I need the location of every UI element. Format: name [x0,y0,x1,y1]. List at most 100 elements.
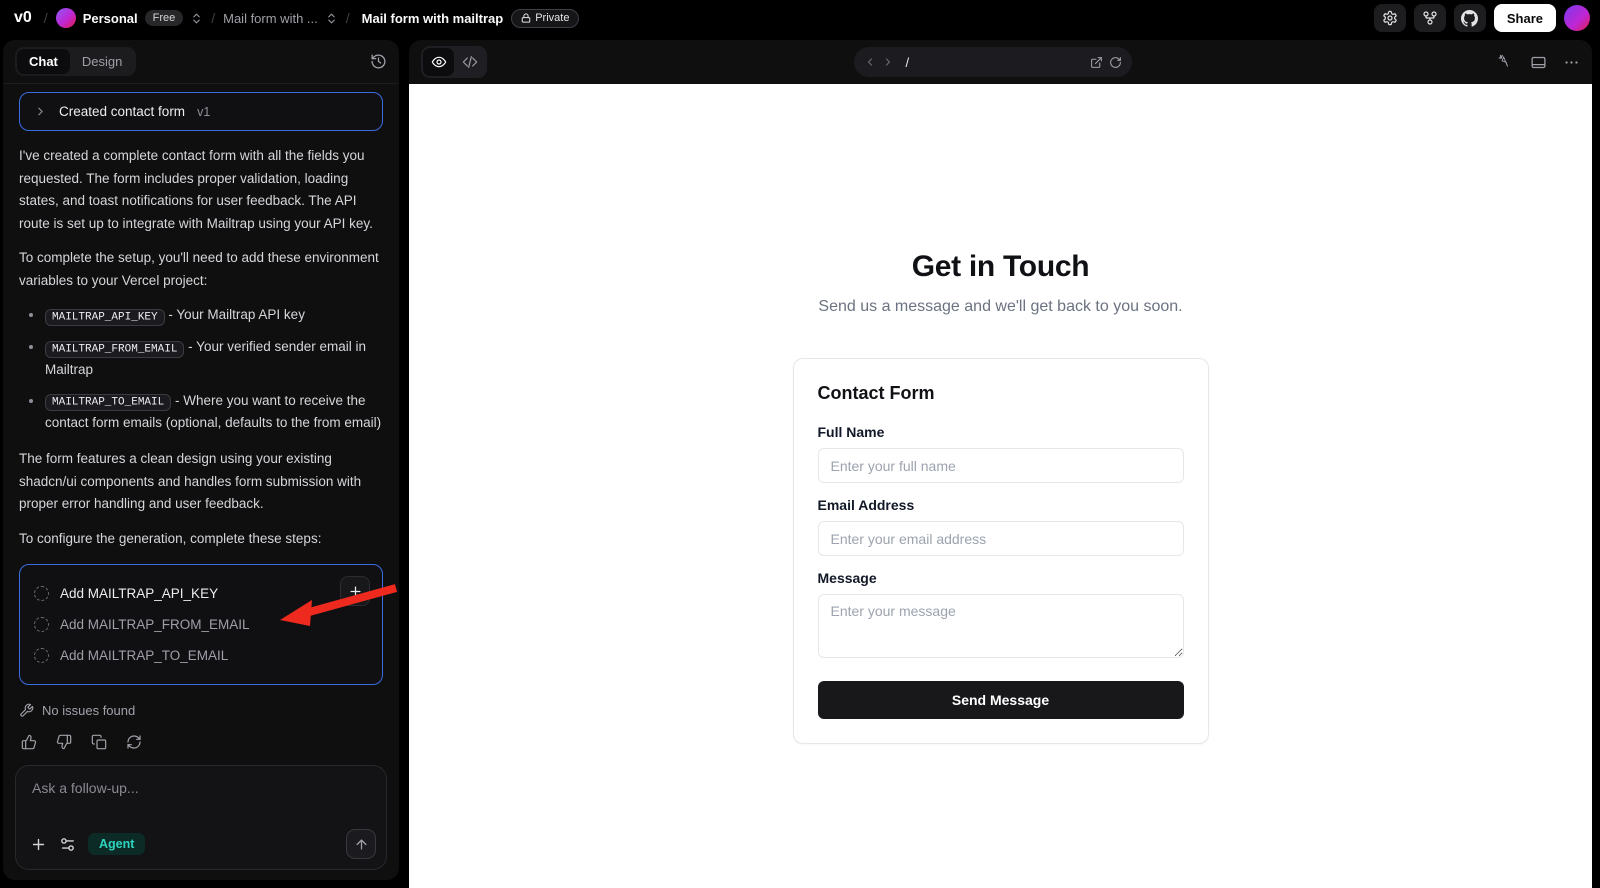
email-label: Email Address [817,497,915,513]
fork-button[interactable] [1413,4,1446,32]
form-title: Contact Form [817,383,935,403]
inspect-pointer-icon[interactable] [1498,54,1514,70]
v0-logo[interactable]: v0 [10,9,36,27]
preview-mode-button[interactable] [423,48,454,76]
browser-frame-icon[interactable] [1530,54,1547,71]
message-paragraph: To complete the setup, you'll need to ad… [19,250,379,288]
breadcrumb-separator: / [211,10,216,26]
feedback-toolbar [21,734,383,750]
preview-url-bar[interactable]: / [853,47,1132,77]
add-env-var-button[interactable] [340,576,370,607]
composer-toolbar: Agent [16,823,386,869]
thumbs-up-icon[interactable] [21,734,37,750]
version-card[interactable]: Created contact form v1 [19,92,383,131]
email-input[interactable] [817,521,1184,556]
rendered-page: Get in Touch Send us a message and we'll… [409,84,1592,888]
back-icon[interactable] [864,56,876,68]
view-mode-toggle [421,46,487,78]
env-var-list: MAILTRAP_API_KEY - Your Mailtrap API key… [25,304,383,434]
task-row[interactable]: Add MAILTRAP_TO_EMAIL [34,640,368,671]
more-options-icon[interactable] [1563,54,1580,71]
chat-messages: Created contact form v1 I've created a c… [3,84,399,755]
top-bar: v0 / Personal Free / Mail form with ... … [0,0,1600,36]
privacy-badge[interactable]: Private [511,8,580,28]
issues-status: No issues found [19,703,383,718]
plus-icon [348,584,363,599]
git-fork-icon [1422,10,1438,26]
pending-circle-icon [34,586,49,602]
page-heading: Get in Touch [911,250,1090,283]
topbar-actions: Share [1373,4,1590,32]
message-label: Message [817,570,877,586]
version-card-title: Created contact form [59,104,186,119]
sliders-icon[interactable] [59,836,76,853]
thumbs-down-icon[interactable] [56,734,72,750]
code-chip: MAILTRAP_TO_EMAIL [45,394,172,412]
env-var-item: MAILTRAP_FROM_EMAIL - Your verified send… [25,336,383,381]
pending-circle-icon [34,648,49,664]
pending-circle-icon [34,617,49,633]
setup-tasks-card: Add MAILTRAP_API_KEY Add MAILTRAP_FROM_E… [19,564,383,686]
page-subheading: Send us a message and we'll get back to … [818,298,1183,315]
task-label: Add MAILTRAP_FROM_EMAIL [60,617,250,633]
breadcrumb-separator: / [43,10,48,26]
attach-plus-icon[interactable] [30,836,47,853]
chevrons-up-down-icon[interactable] [325,12,338,25]
send-message-button[interactable] [346,829,376,859]
history-icon[interactable] [370,53,387,70]
url-path[interactable]: / [906,55,1084,70]
open-external-icon[interactable] [1090,56,1103,69]
code-icon [462,54,478,70]
forward-icon[interactable] [882,56,894,68]
preview-panel: / Get in Touch Send us a message and we'… [409,40,1592,888]
message-paragraph: To configure the generation, complete th… [19,530,322,546]
tab-chat[interactable]: Chat [17,49,70,74]
eye-icon [431,54,447,70]
github-icon [1461,9,1479,27]
refresh-icon[interactable] [1109,56,1122,69]
chat-header: Chat Design [3,40,399,84]
env-var-description: - Your Mailtrap API key [164,307,305,323]
chevrons-up-down-icon[interactable] [190,12,203,25]
settings-button[interactable] [1373,4,1406,32]
plan-badge: Free [144,10,184,26]
project-breadcrumb: Mail form with ... [223,10,318,26]
panel-tabs: Chat Design [15,47,137,76]
team-switcher[interactable]: Personal Free [55,8,204,28]
assistant-message: I've created a complete contact form wit… [19,145,383,550]
retry-icon[interactable] [126,734,142,750]
message-input[interactable] [817,594,1184,658]
task-row[interactable]: Add MAILTRAP_API_KEY [34,578,368,609]
privacy-badge-label: Private [535,12,570,24]
chat-panel: Chat Design Created contact form v1 I've… [3,40,399,880]
gear-icon [1382,10,1398,26]
code-chip: MAILTRAP_FROM_EMAIL [45,340,185,358]
composer[interactable]: Agent [15,765,387,870]
copy-icon[interactable] [91,734,107,750]
preview-toolbar-actions [1498,54,1580,71]
team-avatar [55,8,76,28]
message-paragraph: I've created a complete contact form wit… [19,148,373,231]
version-tag: v1 [197,104,211,119]
project-switcher[interactable]: Mail form with ... [223,11,338,26]
composer-area: Agent [3,755,399,880]
user-avatar[interactable] [1564,5,1590,31]
full-name-input[interactable] [817,448,1184,483]
task-label: Add MAILTRAP_API_KEY [60,586,219,602]
wrench-icon [19,703,34,718]
github-button[interactable] [1453,4,1486,32]
follow-up-input[interactable] [16,766,386,818]
env-var-item: MAILTRAP_API_KEY - Your Mailtrap API key [25,304,383,327]
code-mode-button[interactable] [454,48,485,76]
contact-form-card: Contact Form Full Name Email Address Mes… [792,358,1209,744]
team-name: Personal [82,10,138,26]
task-row[interactable]: Add MAILTRAP_FROM_EMAIL [34,609,368,640]
message-paragraph: The form features a clean design using y… [19,451,362,512]
tab-design[interactable]: Design [70,49,134,74]
send-message-submit-button[interactable]: Send Message [817,681,1184,719]
agent-mode-badge[interactable]: Agent [88,833,146,855]
chat-title: Mail form with mailtrap [361,10,504,26]
share-button[interactable]: Share [1493,4,1556,32]
arrow-up-icon [354,837,369,852]
preview-toolbar: / [409,40,1592,84]
